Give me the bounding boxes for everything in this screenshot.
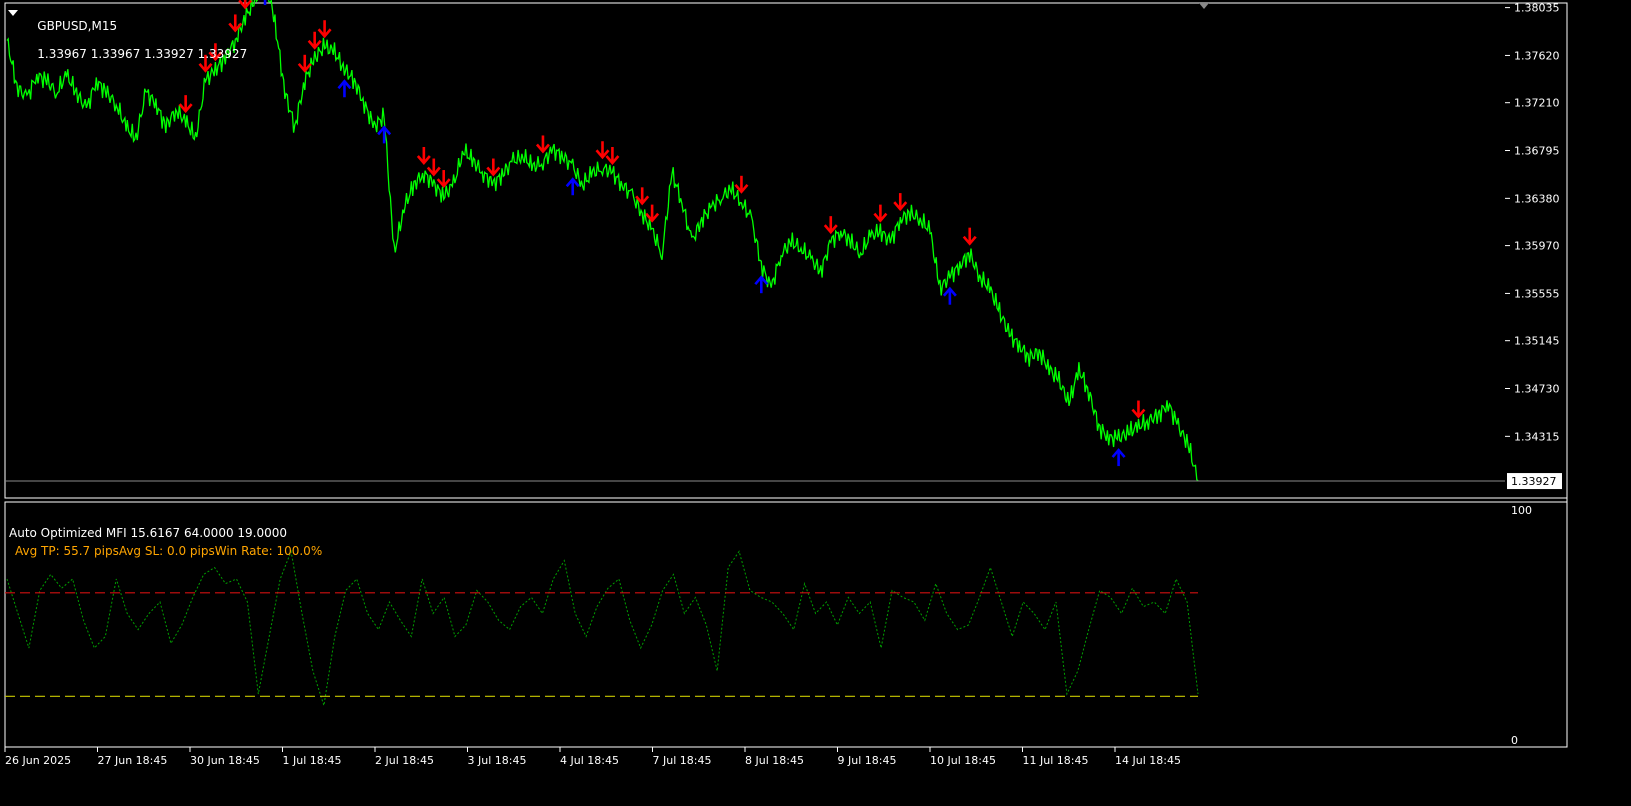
sell-signal-arrow [893,193,908,212]
sell-signal-arrow [823,216,838,235]
price-tick-label: 1.37210 [1514,97,1560,110]
time-tick-label: 26 Jun 2025 [5,754,71,767]
time-tick-label: 30 Jun 18:45 [190,754,260,767]
mfi-line [6,549,1199,706]
sell-signal-arrow [645,204,660,223]
price-tick-label: 1.37620 [1514,49,1560,62]
price-tick-label: 1.36380 [1514,192,1560,205]
time-tick-label: 8 Jul 18:45 [745,754,804,767]
time-tick-label: 2 Jul 18:45 [375,754,434,767]
sell-signal-arrow [317,20,332,39]
sell-signal-arrow [1131,400,1146,419]
time-tick-label: 9 Jul 18:45 [838,754,897,767]
indicator-title: Auto Optimized MFI 15.6167 64.0000 19.00… [9,526,288,540]
sell-signal-arrow [873,204,888,223]
indicator-stats: Avg TP: 55.7 pipsAvg SL: 0.0 pipsWin Rat… [15,544,323,558]
current-price-label: 1.33927 [1511,475,1557,488]
time-tick-label: 7 Jul 18:45 [653,754,712,767]
chevron-down-icon[interactable] [8,10,18,16]
chart-canvas[interactable]: 1.38035 1.37620 1.37210 1.36795 1.36380 1.359… [0,0,1631,802]
buy-signal-arrow [337,79,352,98]
period-separator-icon [1199,3,1209,9]
sell-signal-arrow [734,175,749,194]
sell-signal-arrow [962,227,977,246]
buy-signal-arrow [1111,448,1126,467]
time-tick-label: 10 Jul 18:45 [930,754,996,767]
buy-signal-arrow [377,125,392,144]
price-tick-label: 1.34730 [1514,383,1560,396]
sell-signal-arrow [297,54,312,73]
price-tick-label: 1.38035 [1514,2,1560,15]
buy-signal-arrow [565,177,580,196]
sell-signal-arrow [595,141,610,160]
time-tick-label: 1 Jul 18:45 [283,754,342,767]
time-tick-label: 3 Jul 18:45 [468,754,527,767]
buy-signal-arrow [754,275,769,294]
time-tick-label: 4 Jul 18:45 [560,754,619,767]
price-tick-label: 1.34315 [1514,430,1560,443]
time-tick-label: 14 Jul 18:45 [1115,754,1181,767]
sell-signal-arrow [436,170,451,189]
price-tick-label: 1.35145 [1514,335,1560,348]
symbol-label: GBPUSD,M15 [37,19,118,33]
sell-signal-arrow [535,135,550,154]
chart-window[interactable]: 1.38035 1.37620 1.37210 1.36795 1.36380 1.359… [0,0,1631,802]
sell-signal-arrow [426,158,441,177]
price-tick-label: 1.35970 [1514,240,1560,253]
mfi-tick-label: 100 [1511,504,1532,517]
ohlc-label: 1.33967 1.33967 1.33927 1.33927 [37,47,248,61]
mfi-tick-label: 0 [1511,734,1518,747]
sell-signal-arrow [605,146,620,165]
time-tick-label: 11 Jul 18:45 [1023,754,1089,767]
sell-signal-arrow [416,146,431,165]
time-tick-label: 27 Jun 18:45 [98,754,168,767]
price-tick-label: 1.35555 [1514,287,1560,300]
sell-signal-arrow [307,31,322,50]
sell-signal-arrow [178,95,193,114]
price-tick-label: 1.36795 [1514,145,1560,158]
sell-signal-arrow [486,158,501,177]
buy-signal-arrow [942,286,957,305]
